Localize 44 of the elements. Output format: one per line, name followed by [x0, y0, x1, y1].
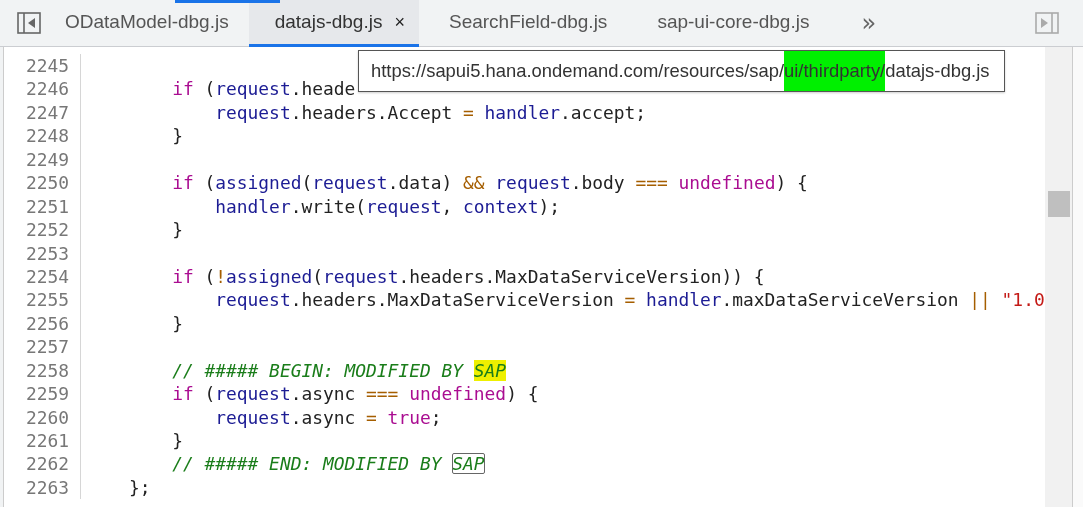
code-line: // ##### BEGIN: MODIFIED BY SAP	[171, 358, 507, 383]
sidebar-toggle-icon[interactable]	[17, 12, 41, 34]
line-number: 2256	[4, 311, 81, 336]
file-tab[interactable]: SearchField-dbg.js	[418, 0, 628, 47]
line-number: 2260	[4, 405, 81, 429]
line-number: 2261	[4, 429, 81, 453]
code-line: // ##### END: MODIFIED BY SAP	[171, 452, 485, 476]
file-tab[interactable]: datajs-dbg.js ×	[248, 0, 419, 47]
code-line: request.headers.MaxDataServiceVersion = handler.maxDataServiceVersion || "1.0	[214, 288, 1045, 312]
line-number: 2245	[4, 54, 81, 78]
line-number: 2257	[4, 335, 81, 359]
line-number: 2252	[4, 218, 81, 242]
code-line: request.headers.Accept = handler.accept;	[214, 100, 647, 125]
line-number: 2247	[4, 100, 81, 125]
line-number: 2250	[4, 171, 81, 195]
scrollbar[interactable]	[1045, 47, 1073, 507]
line-number: 2259	[4, 382, 81, 406]
line-number: 2248	[4, 124, 81, 148]
more-tabs-button[interactable]: »	[851, 0, 887, 46]
code-line: }	[171, 218, 183, 242]
line-number: 2262	[4, 452, 81, 476]
line-number: 2253	[4, 241, 81, 265]
file-tab[interactable]: ODataModel-dbg.js	[41, 0, 249, 47]
line-number: 2254	[4, 264, 81, 289]
file-tab[interactable]: sap-ui-core-dbg.js	[627, 0, 830, 47]
code-line: }	[171, 124, 183, 148]
line-number: 2258	[4, 358, 81, 383]
line-number: 2251	[4, 194, 81, 219]
sidebar-toggle-icon[interactable]	[1035, 12, 1059, 34]
line-number: 2246	[4, 77, 81, 101]
code-line: }	[171, 311, 183, 336]
url-tooltip: https://sapui5.hana.ondemand.com/resources/sap/ui/thirdparty/datajs-dbg.js	[358, 50, 1005, 92]
code-line: if (request.heade	[171, 77, 356, 101]
line-number: 2249	[4, 147, 81, 172]
line-number: 2263	[4, 475, 81, 500]
code-line: handler.write(request, context);	[214, 194, 560, 219]
code-line: if (request.async === undefined) {	[171, 382, 539, 406]
close-icon[interactable]: ×	[394, 11, 405, 33]
code-line: request.async = true;	[214, 405, 442, 429]
code-line: if (!assigned(request.headers.MaxDataServiceVersion)) {	[171, 264, 765, 289]
code-line: };	[128, 475, 151, 500]
code-line: if (assigned(request.data) && request.body === undefined) {	[171, 171, 808, 195]
line-number: 2255	[4, 288, 81, 312]
code-line: }	[171, 429, 183, 453]
